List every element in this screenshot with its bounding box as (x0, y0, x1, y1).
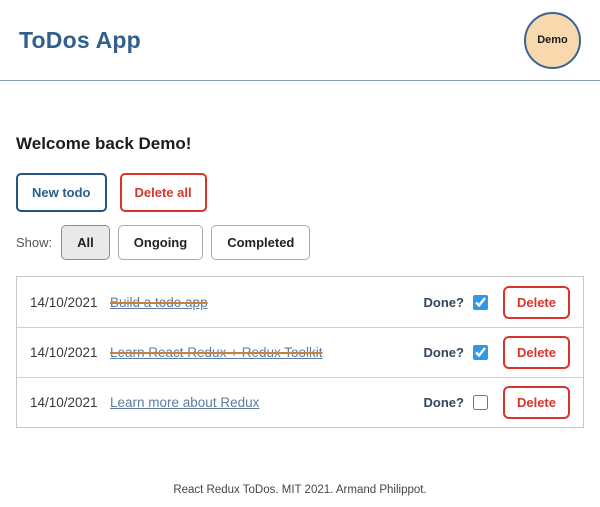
todo-row: 14/10/2021 Learn React Redux + Redux Too… (17, 327, 583, 377)
filter-all-button[interactable]: All (61, 225, 110, 260)
page-title: ToDos App (19, 27, 141, 54)
app-footer: React Redux ToDos. MIT 2021. Armand Phil… (0, 484, 600, 496)
todo-link[interactable]: Build a todo app (110, 295, 208, 310)
done-checkbox[interactable] (473, 345, 488, 360)
filter-ongoing-button[interactable]: Ongoing (118, 225, 203, 260)
delete-todo-button[interactable]: Delete (503, 386, 570, 419)
todo-date: 14/10/2021 (30, 295, 98, 310)
done-checkbox[interactable] (473, 395, 488, 410)
delete-all-button[interactable]: Delete all (120, 173, 207, 212)
welcome-heading: Welcome back Demo! (16, 134, 584, 154)
todo-date: 14/10/2021 (30, 345, 98, 360)
footer-text: React Redux ToDos. MIT 2021. Armand Phil… (173, 484, 426, 496)
filter-bar: Show: All Ongoing Completed (16, 225, 584, 260)
todo-row: 14/10/2021 Learn more about Redux Done? … (17, 377, 583, 427)
todo-title: Learn more about Redux (110, 395, 259, 410)
done-label: Done? (424, 345, 464, 360)
filter-completed-button[interactable]: Completed (211, 225, 310, 260)
app-header: ToDos App Demo (0, 0, 600, 81)
actions-toolbar: New todo Delete all (16, 173, 584, 212)
todo-list: 14/10/2021 Build a todo app Done? Delete… (16, 276, 584, 428)
todo-row: 14/10/2021 Build a todo app Done? Delete (17, 277, 583, 327)
done-checkbox[interactable] (473, 295, 488, 310)
avatar-label: Demo (537, 34, 568, 46)
main-content: Welcome back Demo! New todo Delete all S… (0, 134, 600, 428)
done-label: Done? (424, 395, 464, 410)
todo-link[interactable]: Learn React Redux + Redux Toolkit (110, 345, 323, 360)
new-todo-button[interactable]: New todo (16, 173, 107, 212)
filter-label: Show: (16, 235, 52, 250)
todo-link[interactable]: Learn more about Redux (110, 395, 259, 410)
todo-date: 14/10/2021 (30, 395, 98, 410)
todo-title: Build a todo app (110, 295, 208, 310)
todo-title: Learn React Redux + Redux Toolkit (110, 345, 323, 360)
delete-todo-button[interactable]: Delete (503, 336, 570, 369)
user-avatar[interactable]: Demo (524, 12, 581, 69)
done-label: Done? (424, 295, 464, 310)
delete-todo-button[interactable]: Delete (503, 286, 570, 319)
